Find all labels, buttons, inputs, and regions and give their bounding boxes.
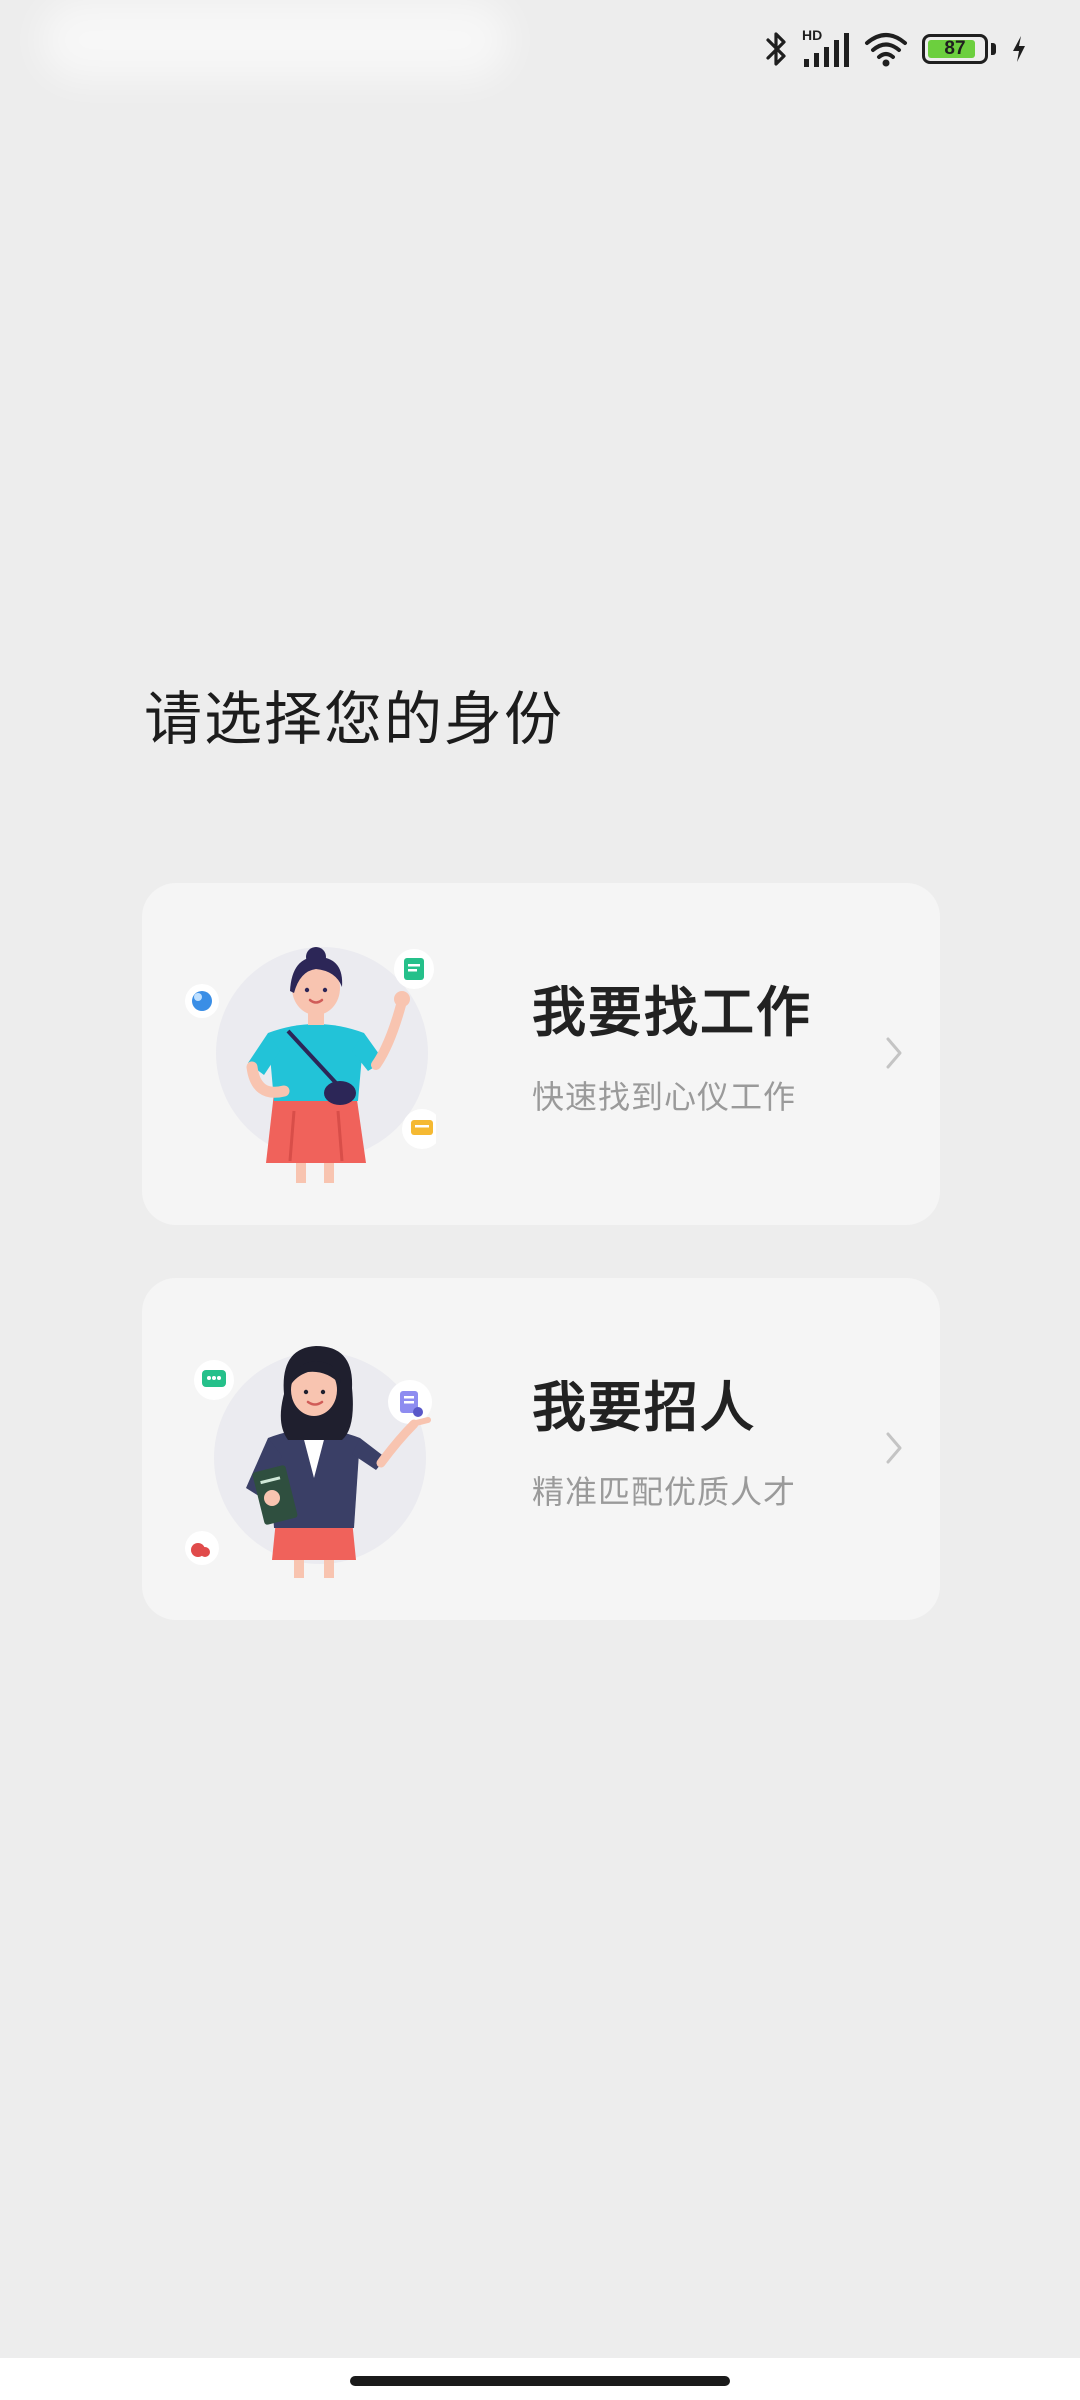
chevron-right-icon <box>886 1432 902 1464</box>
job-seeker-title: 我要找工作 <box>532 981 812 1044</box>
job-seeker-subtitle: 快速找到心仪工作 <box>532 1078 797 1117</box>
status-bar-glow <box>40 0 510 80</box>
job-seeker-text: 我要找工作 快速找到心仪工作 <box>532 983 812 1118</box>
job-seeker-illustration <box>185 947 436 1183</box>
signal-icon: HD <box>802 27 850 69</box>
wifi-icon <box>865 33 907 67</box>
status-bar: HD 87 <box>0 0 1080 100</box>
home-indicator[interactable] <box>350 2376 730 2386</box>
battery-tip <box>991 43 996 55</box>
recruiter-title: 我要招人 <box>532 1376 756 1439</box>
recruiter-subtitle: 精准匹配优质人才 <box>532 1473 797 1512</box>
chevron-right-icon <box>886 1037 902 1069</box>
bluetooth-icon <box>766 32 786 66</box>
recruiter-illustration <box>185 1346 432 1578</box>
recruiter-text: 我要招人 精准匹配优质人才 <box>532 1378 796 1513</box>
battery-level: 87 <box>944 38 966 59</box>
page-title: 请选择您的身份 <box>144 685 565 753</box>
status-icons: HD 87 <box>764 27 1028 70</box>
role-card-job-seeker[interactable]: 我要找工作 快速找到心仪工作 <box>142 883 940 1225</box>
charging-icon <box>1013 36 1025 62</box>
role-card-recruiter[interactable]: 我要招人 精准匹配优质人才 <box>142 1278 940 1620</box>
bottom-navigation-bar <box>0 2358 1080 2400</box>
battery-icon: 87 <box>922 34 988 64</box>
